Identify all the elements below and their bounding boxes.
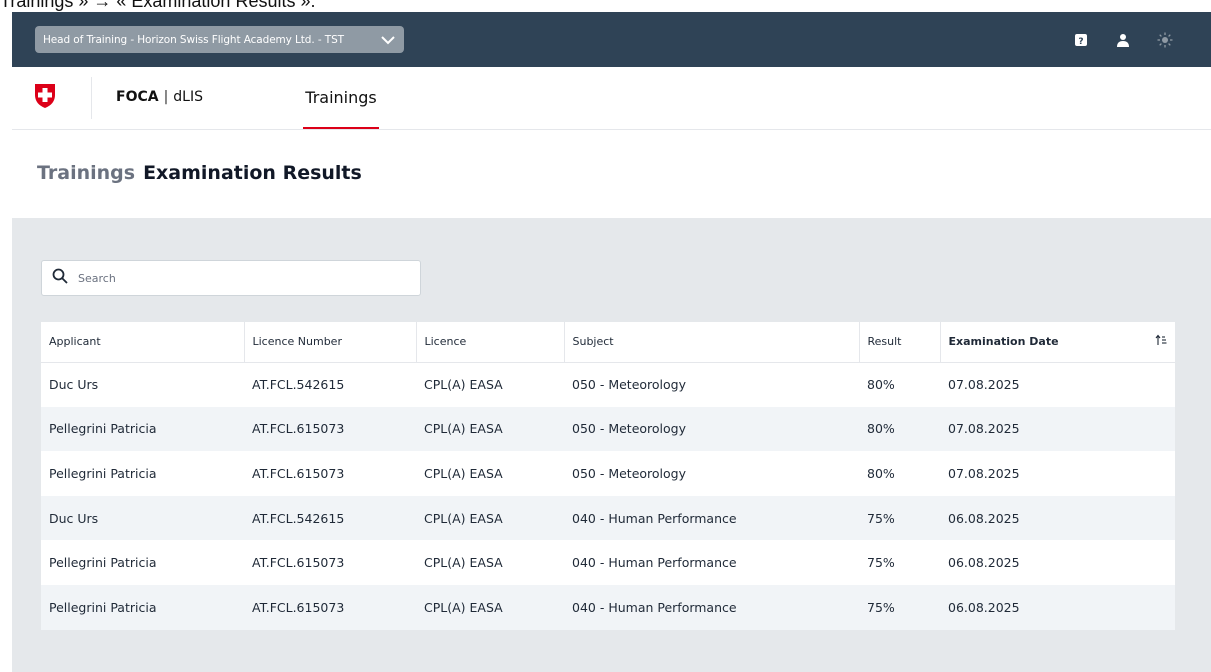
- user-icon[interactable]: [1113, 30, 1133, 50]
- table-row[interactable]: Pellegrini Patricia AT.FCL.615073 CPL(A)…: [41, 540, 1175, 585]
- role-selector[interactable]: Head of Training - Horizon Swiss Flight …: [35, 26, 404, 53]
- table-row[interactable]: Pellegrini Patricia AT.FCL.615073 CPL(A)…: [41, 584, 1175, 630]
- cell-subject: 040 - Human Performance: [572, 555, 737, 571]
- cell-licence: CPL(A) EASA: [424, 377, 503, 393]
- cell-subject: 050 - Meteorology: [564, 406, 859, 452]
- content-area: Applicant Licence Number Licence Subject…: [12, 218, 1211, 672]
- help-icon[interactable]: ?: [1071, 30, 1091, 50]
- cell-subject: 050 - Meteorology: [572, 377, 686, 393]
- cell-result: 80%: [859, 406, 940, 452]
- table-row[interactable]: Duc Urs AT.FCL.542615 CPL(A) EASA 040 - …: [41, 495, 1175, 541]
- cell-licence: CPL(A) EASA: [424, 555, 503, 571]
- column-header-examination-date-label: Examination Date: [948, 335, 1059, 349]
- cell-subject: 040 - Human Performance: [564, 584, 859, 630]
- cell-applicant: Pellegrini Patricia: [41, 406, 244, 452]
- page-title: Trainings Examination Results: [37, 162, 362, 184]
- cell-subject: 040 - Human Performance: [564, 495, 859, 541]
- cell-examination-date: 06.08.2025: [948, 555, 1020, 571]
- header-divider: [91, 77, 92, 119]
- top-bar: Head of Training - Horizon Swiss Flight …: [12, 12, 1211, 67]
- swiss-shield-logo-icon[interactable]: [34, 83, 56, 109]
- cell-licence: CPL(A) EASA: [416, 584, 564, 630]
- search-icon: [52, 268, 68, 288]
- column-header-subject[interactable]: Subject: [564, 322, 860, 363]
- svg-text:?: ?: [1078, 37, 1083, 46]
- table-row[interactable]: Pellegrini Patricia AT.FCL.615073 CPL(A)…: [41, 451, 1175, 496]
- cell-licence: CPL(A) EASA: [424, 465, 503, 481]
- cell-result: 80%: [867, 377, 895, 393]
- search-input[interactable]: [76, 270, 400, 286]
- brand-foca: FOCA: [116, 89, 159, 105]
- column-header-result[interactable]: Result: [859, 322, 941, 363]
- role-selector-label: Head of Training - Horizon Swiss Flight …: [43, 33, 344, 46]
- cell-result: 80%: [867, 465, 895, 481]
- breadcrumb-current: Examination Results: [143, 162, 362, 184]
- cell-examination-date: 07.08.2025: [948, 377, 1020, 393]
- sort-descending-icon[interactable]: [1155, 334, 1167, 349]
- cell-result: 75%: [859, 584, 940, 630]
- column-header-examination-date[interactable]: Examination Date: [940, 322, 1175, 363]
- app-header: FOCA | dLIS Trainings: [12, 67, 1211, 130]
- cell-examination-date: 06.08.2025: [940, 495, 1175, 541]
- cell-examination-date: 06.08.2025: [940, 584, 1175, 630]
- cell-applicant: Pellegrini Patricia: [41, 584, 244, 630]
- cell-result: 75%: [859, 495, 940, 541]
- cell-examination-date: 07.08.2025: [948, 465, 1020, 481]
- cell-licence-number: AT.FCL.615073: [252, 555, 345, 571]
- nav-tab-trainings[interactable]: Trainings: [303, 67, 379, 129]
- cell-applicant: Duc Urs: [41, 495, 244, 541]
- chevron-down-icon: [380, 32, 396, 48]
- breadcrumb-trainings[interactable]: Trainings: [37, 162, 135, 184]
- table-row[interactable]: Pellegrini Patricia AT.FCL.615073 CPL(A)…: [41, 406, 1175, 452]
- search-box[interactable]: [41, 260, 421, 296]
- document-caption: Trainings » → « Examination Results ».: [0, 0, 316, 11]
- cell-applicant: Duc Urs: [49, 377, 99, 393]
- cell-licence: CPL(A) EASA: [416, 406, 564, 452]
- table-header-row: Applicant Licence Number Licence Subject…: [41, 322, 1175, 363]
- cell-subject: 050 - Meteorology: [572, 465, 686, 481]
- brand-dlis: dLIS: [173, 89, 203, 105]
- cell-licence-number: AT.FCL.615073: [252, 465, 345, 481]
- cell-applicant: Pellegrini Patricia: [49, 465, 157, 481]
- cell-licence-number: AT.FCL.615073: [244, 406, 416, 452]
- cell-applicant: Pellegrini Patricia: [49, 555, 157, 571]
- cell-licence-number: AT.FCL.615073: [244, 584, 416, 630]
- results-table: Applicant Licence Number Licence Subject…: [41, 322, 1175, 630]
- table-row[interactable]: Duc Urs AT.FCL.542615 CPL(A) EASA 050 - …: [41, 362, 1175, 407]
- cell-licence-number: AT.FCL.542615: [252, 377, 345, 393]
- column-header-applicant[interactable]: Applicant: [41, 322, 245, 363]
- column-header-licence[interactable]: Licence: [416, 322, 565, 363]
- theme-sun-icon[interactable]: [1155, 30, 1175, 50]
- cell-examination-date: 07.08.2025: [940, 406, 1175, 452]
- brand-name: FOCA | dLIS: [116, 89, 203, 105]
- cell-licence: CPL(A) EASA: [416, 495, 564, 541]
- cell-licence-number: AT.FCL.542615: [244, 495, 416, 541]
- column-header-licence-number[interactable]: Licence Number: [244, 322, 417, 363]
- brand-separator: |: [163, 89, 169, 105]
- cell-result: 75%: [867, 555, 895, 571]
